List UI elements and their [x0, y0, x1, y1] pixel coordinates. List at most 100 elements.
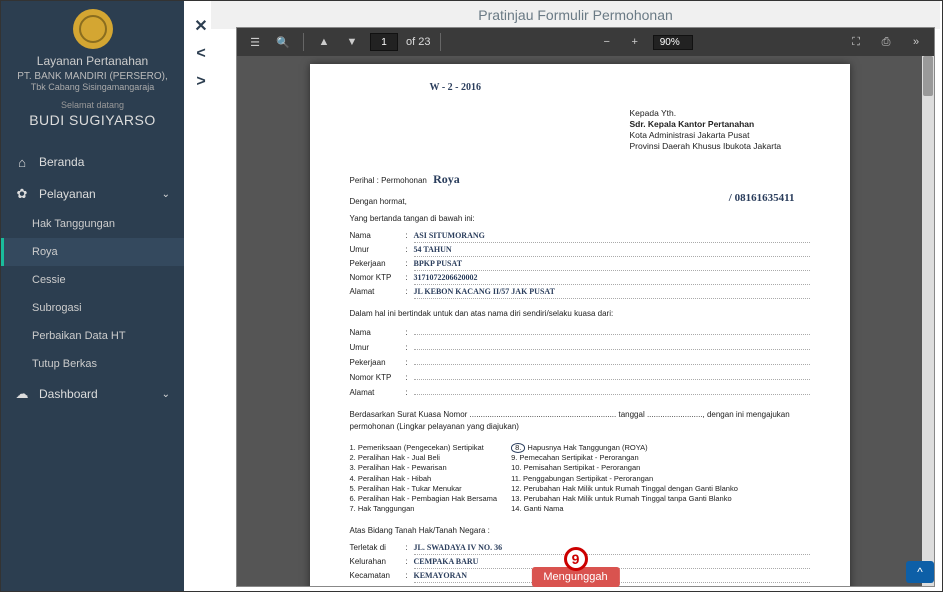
document-page: W - 2 - 2016 Kepada Yth. Sdr. Kepala Kan… — [310, 64, 850, 586]
service-item: 3. Peralihan Hak - Pewarisan — [350, 463, 498, 473]
zoom-out-icon[interactable]: − — [597, 32, 617, 52]
org-line1: PT. BANK MANDIRI (PERSERO), — [6, 71, 179, 82]
field-label: Alamat — [350, 386, 406, 399]
username: BUDI SUGIYARSO — [6, 112, 179, 128]
field-label: Nama — [350, 326, 406, 339]
print-icon[interactable]: ⎙ — [876, 32, 896, 52]
page-up-icon[interactable]: ▲ — [314, 32, 334, 52]
nav-label: Beranda — [39, 155, 84, 169]
services-right: 8. Hapusnya Hak Tanggungan (ROYA)9. Peme… — [511, 443, 738, 514]
sub-hak-tanggungan[interactable]: Hak Tanggungan — [1, 210, 184, 238]
addr-line: Kota Administrasi Jakarta Pusat — [630, 130, 810, 141]
bidang-label: Atas Bidang Tanah Hak/Tanah Negara : — [350, 526, 810, 535]
app-title: Layanan Pertanahan — [6, 54, 179, 68]
field-label: Pekerjaan — [350, 356, 406, 369]
field-label: Pekerjaan — [350, 257, 406, 270]
org-line2: Tbk Cabang Sisingamangaraja — [6, 82, 179, 92]
pdf-scrollbar[interactable] — [922, 56, 934, 586]
service-item: 13. Perubahan Hak Milik untuk Rumah Ting… — [511, 494, 738, 504]
sidebar-header: Layanan Pertanahan PT. BANK MANDIRI (PER… — [1, 1, 184, 138]
service-item: 5. Peralihan Hak - Tukar Menukar — [350, 484, 498, 494]
field-label: Kelurahan — [350, 555, 406, 568]
services-list: 1. Pemeriksaan (Pengecekan) Sertipikat2.… — [350, 443, 810, 514]
services-left: 1. Pemeriksaan (Pengecekan) Sertipikat2.… — [350, 443, 498, 514]
chevron-down-icon: ⌄ — [162, 189, 170, 200]
intro-line: Yang bertanda tangan di bawah ini: — [350, 214, 810, 223]
perihal: Perihal : Permohonan Roya — [350, 172, 810, 187]
field-label: Umur — [350, 341, 406, 354]
wizard-nav: ✕ < > — [191, 16, 211, 92]
sub-tutup[interactable]: Tutup Berkas — [1, 350, 184, 378]
nav-dashboard[interactable]: ☁ Dashboard ⌄ — [1, 378, 184, 410]
nav-label: Dashboard — [39, 387, 98, 401]
field-value: JL. SWADAYA IV NO. 36 — [414, 541, 810, 555]
welcome-label: Selamat datang — [6, 100, 179, 110]
field-label: Kota Jakarta — [350, 583, 406, 586]
scroll-to-top-button[interactable]: ^ — [906, 561, 934, 583]
addr-line: Sdr. Kepala Kantor Pertanahan — [630, 119, 755, 129]
acting-for: Dalam hal ini bertindak untuk dan atas n… — [350, 309, 810, 318]
field-value — [414, 324, 810, 335]
nav-beranda[interactable]: ⌂ Beranda — [1, 146, 184, 178]
sub-cessie[interactable]: Cessie — [1, 266, 184, 294]
field-label: Umur — [350, 243, 406, 256]
doc-date: W - 2 - 2016 — [430, 82, 481, 93]
surat-kuasa-line: Berdasarkan Surat Kuasa Nomor ..........… — [350, 409, 810, 433]
addr-line: Kepada Yth. — [630, 108, 810, 119]
field-value: 3171072206620002 — [414, 271, 810, 285]
more-tools-icon[interactable]: » — [906, 32, 926, 52]
field-value: ASI SITUMORANG — [414, 229, 810, 243]
field-label: Kecamatan — [350, 569, 406, 582]
field-value — [414, 339, 810, 350]
zoom-select[interactable]: 90% — [653, 35, 693, 50]
field-value: BPKP PUSAT — [414, 257, 810, 271]
field-value — [414, 369, 810, 380]
chevron-down-icon: ⌄ — [162, 389, 170, 400]
zoom-in-icon[interactable]: + — [625, 32, 645, 52]
nav-pelayanan[interactable]: ✿ Pelayanan ⌄ — [1, 178, 184, 210]
sidebar-toggle-icon[interactable]: ☰ — [245, 32, 265, 52]
service-item: 12. Perubahan Hak Milik untuk Rumah Ting… — [511, 484, 738, 494]
main-title: Pratinjau Formulir Permohonan — [211, 1, 940, 29]
perihal-value: Roya — [433, 172, 460, 186]
close-button[interactable]: ✕ — [191, 16, 211, 36]
step-marker: 9 — [564, 547, 588, 571]
sub-subrogasi[interactable]: Subrogasi — [1, 294, 184, 322]
service-item: 14. Ganti Nama — [511, 504, 738, 514]
page-number-input[interactable] — [370, 33, 398, 51]
sub-roya[interactable]: Roya — [1, 238, 184, 266]
gears-icon: ✿ — [15, 187, 29, 201]
presentation-icon[interactable]: ⛶ — [846, 32, 866, 52]
phone-annotation: / 08161635411 — [729, 192, 795, 204]
page-down-icon[interactable]: ▼ — [342, 32, 362, 52]
addr-line: Provinsi Daerah Khusus Ibukota Jakarta — [630, 141, 810, 152]
prev-button[interactable]: < — [191, 44, 211, 64]
field-label: Nomor KTP — [350, 371, 406, 384]
service-item: 6. Peralihan Hak - Pembagian Hak Bersama — [350, 494, 498, 504]
next-button[interactable]: > — [191, 72, 211, 92]
field-label: Alamat — [350, 285, 406, 298]
service-item: 8. Hapusnya Hak Tanggungan (ROYA) — [511, 443, 738, 453]
nav: ⌂ Beranda ✿ Pelayanan ⌄ Hak Tanggungan R… — [1, 146, 184, 410]
principal-block: Nama: Umur: Pekerjaan: Nomor KTP: Alamat… — [350, 324, 810, 399]
sidebar: Layanan Pertanahan PT. BANK MANDIRI (PER… — [1, 1, 184, 591]
nav-label: Pelayanan — [39, 187, 96, 201]
dashboard-icon: ☁ — [15, 387, 29, 401]
service-item: 10. Pemisahan Sertipikat - Perorangan — [511, 463, 738, 473]
field-label: Nama — [350, 229, 406, 242]
field-label: Nomor KTP — [350, 271, 406, 284]
perihal-label: Perihal : Permohonan — [350, 176, 427, 185]
app-logo-icon — [73, 9, 113, 49]
service-item: 1. Pemeriksaan (Pengecekan) Sertipikat — [350, 443, 498, 453]
pdf-canvas[interactable]: W - 2 - 2016 Kepada Yth. Sdr. Kepala Kan… — [237, 56, 922, 586]
sub-perbaikan[interactable]: Perbaikan Data HT — [1, 322, 184, 350]
service-item: 11. Penggabungan Sertipikat - Perorangan — [511, 474, 738, 484]
field-value: JL KEBON KACANG II/57 JAK PUSAT — [414, 285, 810, 299]
pdf-toolbar: ☰ 🔍 ▲ ▼ of 23 − + 90% ⛶ ⎙ » — [237, 28, 934, 56]
main-panel: Pratinjau Formulir Permohonan ☰ 🔍 ▲ ▼ of… — [211, 1, 940, 589]
scrollbar-thumb[interactable] — [923, 56, 933, 96]
field-value — [414, 354, 810, 365]
doc-addressee: Kepada Yth. Sdr. Kepala Kantor Pertanaha… — [630, 108, 810, 152]
search-icon[interactable]: 🔍 — [273, 32, 293, 52]
service-item: 9. Pemecahan Sertipikat - Perorangan — [511, 453, 738, 463]
